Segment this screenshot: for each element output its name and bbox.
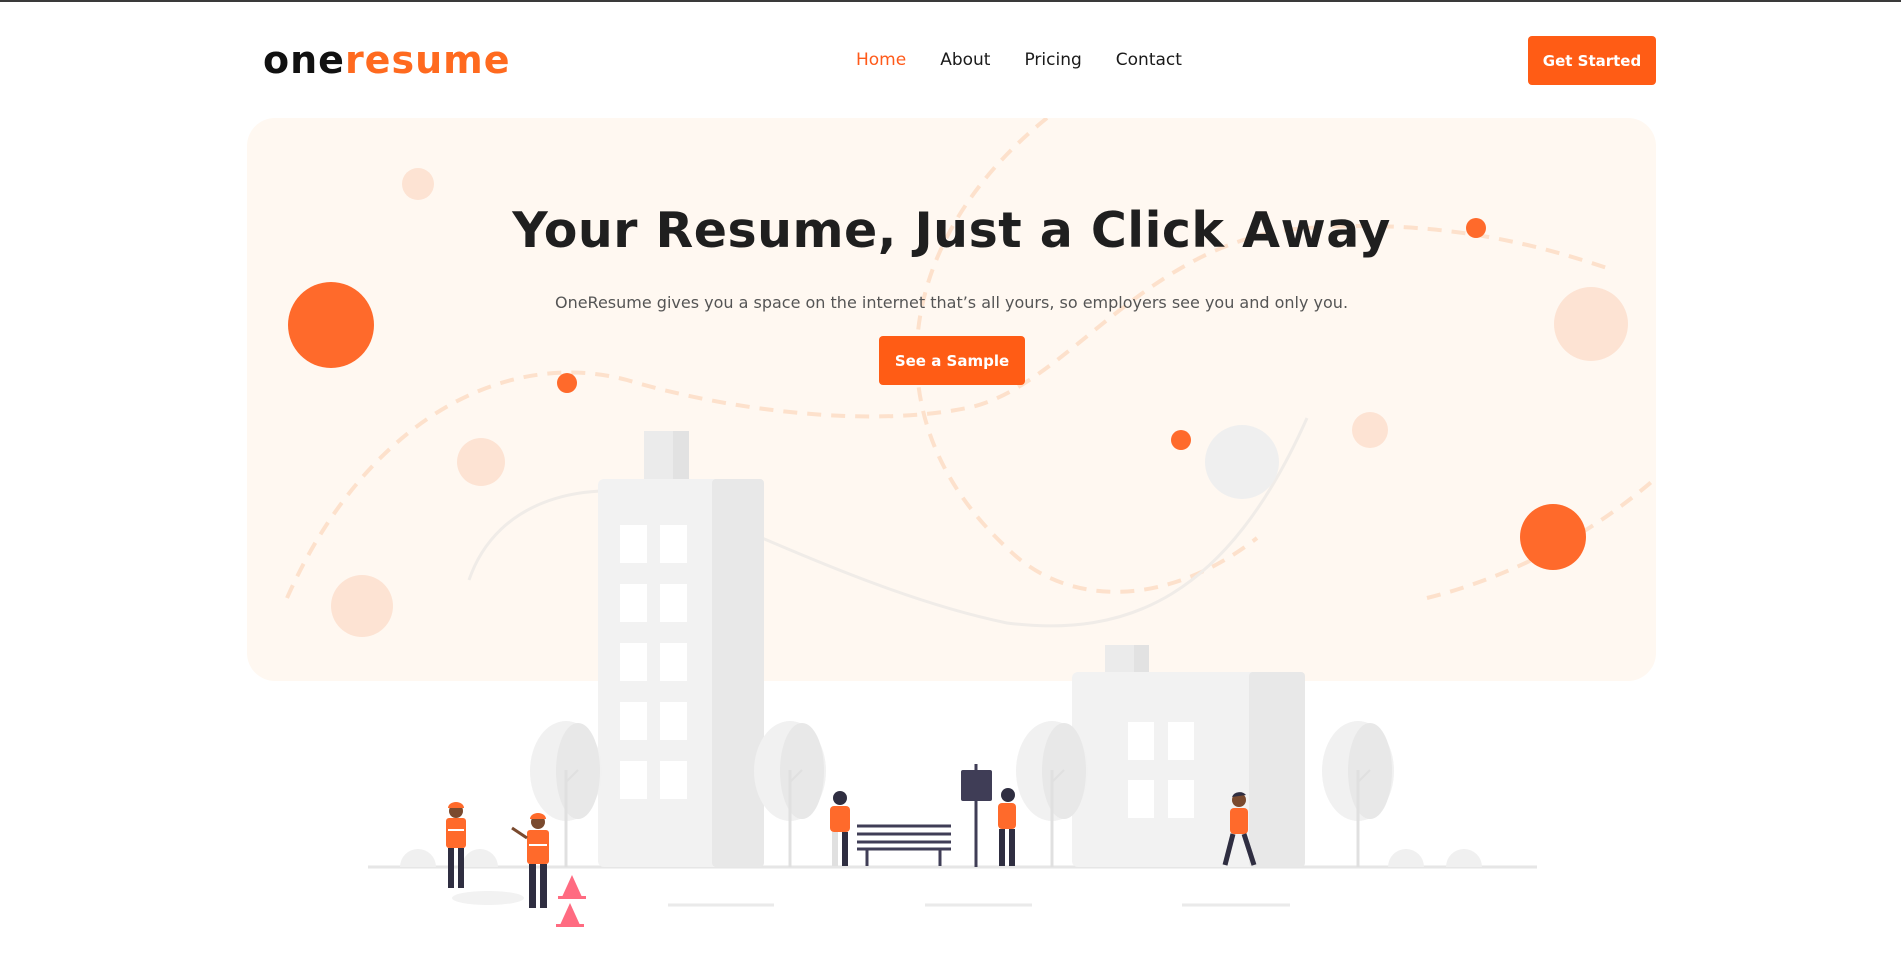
tree — [754, 721, 826, 867]
hero-title: Your Resume, Just a Click Away — [512, 202, 1391, 259]
bench — [857, 824, 951, 866]
site-header: oneresume Home About Pricing Contact Get… — [0, 0, 1901, 120]
nav-item-pricing[interactable]: Pricing — [1024, 48, 1081, 72]
nav-item-home[interactable]: Home — [856, 48, 906, 72]
logo-text-one: one — [263, 38, 345, 82]
tree — [530, 721, 602, 867]
circle-deco — [331, 575, 393, 637]
walking-person — [1222, 792, 1257, 866]
bushes — [400, 849, 1482, 867]
get-started-button[interactable]: Get Started — [1528, 36, 1656, 85]
hero-subtitle: OneResume gives you a space on the inter… — [554, 293, 1349, 312]
circle-deco — [1520, 504, 1586, 570]
hero-section: Your Resume, Just a Click Away OneResume… — [247, 118, 1656, 681]
worker-person — [511, 813, 549, 908]
circle-deco — [402, 168, 434, 200]
worker-person — [446, 802, 466, 888]
circle-deco — [457, 438, 505, 486]
nav-item-about[interactable]: About — [940, 48, 990, 72]
see-sample-button[interactable]: See a Sample — [879, 336, 1025, 385]
signpost — [961, 764, 992, 867]
circle-deco — [1205, 425, 1279, 499]
logo[interactable]: oneresume — [263, 34, 511, 86]
standing-person — [998, 788, 1016, 866]
standing-person — [830, 791, 850, 866]
dashed-curve-1 — [285, 224, 1608, 599]
nav-item-contact[interactable]: Contact — [1116, 48, 1182, 72]
main-nav: Home About Pricing Contact — [856, 48, 1182, 72]
tree — [1016, 721, 1088, 867]
circle-deco — [557, 373, 577, 393]
shadow — [452, 891, 524, 905]
circle-deco — [1352, 412, 1388, 448]
tree — [1322, 721, 1394, 867]
logo-text-resume: resume — [344, 38, 511, 82]
traffic-cone — [556, 875, 586, 927]
circle-deco — [1171, 430, 1191, 450]
